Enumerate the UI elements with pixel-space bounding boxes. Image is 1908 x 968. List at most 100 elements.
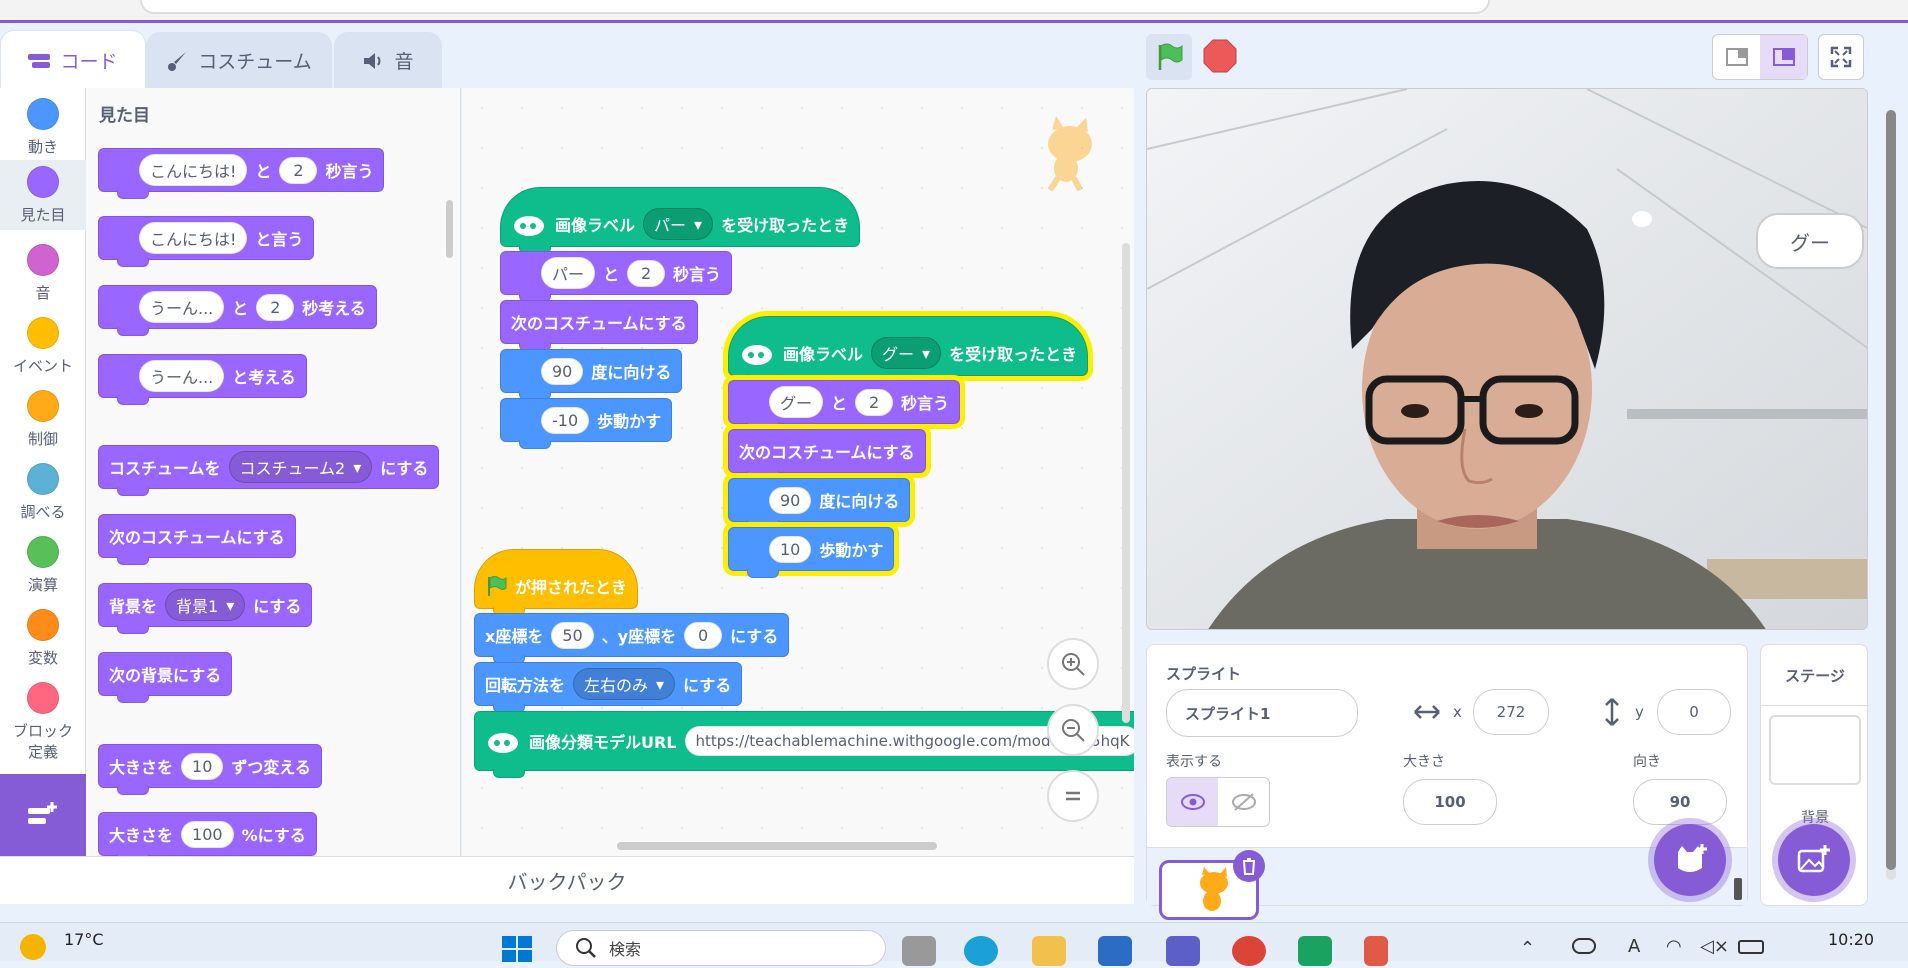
block-say-for-secs[interactable]: こんにちは! と 2 秒言う [98,148,385,199]
direction-input[interactable]: 90 [541,357,584,385]
size-input[interactable]: 100 [1403,779,1497,825]
category-motion[interactable]: 動き [0,98,86,164]
volume-muted-icon[interactable]: ◁× [1700,936,1729,957]
task-view-icon[interactable] [902,936,936,966]
direction-input[interactable]: 90 [769,486,812,514]
start-button[interactable] [500,934,534,964]
block-think-for-secs[interactable]: うーん... と 2 秒考える [98,285,377,336]
block-set-size[interactable]: 大きさを 100 %にする [98,812,317,856]
say-message-input[interactable]: こんにちは! [139,154,248,186]
stage-canvas[interactable] [1146,88,1868,630]
size-change-input[interactable]: 10 [181,752,224,780]
file-explorer-icon[interactable] [1032,936,1066,966]
script3-goto-xy[interactable]: x座標を 50 、y座標を 0 にする [474,613,790,664]
tab-costume[interactable]: コスチューム [146,32,332,88]
block-switch-costume[interactable]: コスチュームを コスチューム2 ▾ にする [98,445,440,496]
block-next-costume[interactable]: 次のコスチュームにする [98,514,296,565]
font-a-icon[interactable]: A [1628,936,1640,957]
script2-next-costume[interactable]: 次のコスチュームにする [728,429,926,480]
label-dropdown[interactable]: グー ▾ [871,337,942,369]
say-message-input[interactable]: グー [769,386,824,418]
address-bar[interactable] [140,0,1490,14]
category-control[interactable]: 制御 [0,390,86,456]
block-next-backdrop[interactable]: 次の背景にする [98,652,233,703]
script3-hat-flag-clicked[interactable]: が押されたとき [474,549,639,616]
script2-move-steps[interactable]: 10 歩動かす [728,527,895,578]
category-sensing[interactable]: 調べる [0,463,86,529]
choose-sprite-button[interactable] [1654,824,1726,896]
think-message-input[interactable]: うーん... [139,360,225,392]
backdrop-dropdown[interactable]: 背景1 ▾ [165,589,246,621]
size-set-input[interactable]: 100 [181,820,234,848]
script-workspace[interactable]: 画像ラベル パー ▾ を受け取ったとき パーと 2 秒言う 次のコスチュームにする 90 度… [462,88,1134,856]
y-position-input[interactable]: 0 [1657,689,1731,735]
add-extension-button[interactable] [0,774,86,856]
tab-sound[interactable]: 音 [334,32,442,88]
script1-point-direction[interactable]: 90 度に向ける [500,349,683,400]
backpack-header[interactable]: バックパック [0,856,1134,904]
block-say[interactable]: こんにちは! と言う [98,216,315,267]
chrome-browser-icon[interactable] [1232,936,1266,966]
category-events[interactable]: イベント [0,317,86,383]
script1-hat-image-label[interactable]: 画像ラベル パー ▾ を受け取ったとき [500,187,861,254]
small-stage-button[interactable] [1713,35,1760,79]
steps-input[interactable]: -10 [541,406,590,434]
choose-backdrop-button[interactable] [1778,824,1850,896]
costume-dropdown[interactable]: コスチューム2 ▾ [228,451,373,483]
green-flag-button[interactable] [1146,34,1192,80]
say-secs-input[interactable]: 2 [279,156,318,184]
script1-say-for-secs[interactable]: パーと 2 秒言う [500,251,733,302]
direction-input[interactable]: 90 [1633,779,1727,825]
zoom-in-button[interactable] [1047,638,1099,690]
workspace-vertical-scrollbar[interactable] [1122,243,1130,723]
category-my-blocks[interactable]: ブロック定義 [0,682,86,772]
large-stage-button[interactable] [1760,35,1807,79]
edge-browser-icon[interactable] [964,936,998,966]
y-input[interactable]: 0 [684,621,723,649]
hide-sprite-button[interactable] [1218,778,1269,826]
wifi-icon[interactable]: ◠ [1666,936,1682,957]
clock-time[interactable]: 10:20 [1828,930,1874,949]
zoom-reset-button[interactable] [1047,770,1099,822]
battery-icon[interactable] [1738,940,1764,954]
rotation-dropdown[interactable]: 左右のみ ▾ [573,668,676,700]
think-message-input[interactable]: うーん... [139,291,225,323]
say-secs-input[interactable]: 2 [627,259,666,287]
script1-next-costume[interactable]: 次のコスチュームにする [500,300,698,351]
script2-point-direction[interactable]: 90 度に向ける [728,478,911,529]
palette-scrollbar[interactable] [446,200,453,258]
block-change-size[interactable]: 大きさを 10 ずつ変える [98,744,322,795]
say-message-input[interactable]: パー [541,257,596,289]
teams-icon[interactable] [1166,936,1200,966]
onedrive-icon[interactable] [1572,938,1596,954]
steps-input[interactable]: 10 [769,535,812,563]
app-icon[interactable] [1298,936,1332,966]
show-sprite-button[interactable] [1167,778,1218,826]
tab-code[interactable]: コード [0,30,146,90]
page-scrollbar[interactable] [1886,110,1896,880]
zoom-out-button[interactable] [1047,704,1099,756]
stop-button[interactable] [1202,38,1238,74]
tray-chevron-icon[interactable]: ⌃ [1520,938,1535,959]
fullscreen-button[interactable] [1818,34,1864,80]
category-looks[interactable]: 見た目 [0,160,86,230]
app-icon-2[interactable] [1364,936,1388,966]
label-dropdown[interactable]: パー ▾ [643,208,714,240]
script2-say-for-secs[interactable]: グーと 2 秒言う [728,380,961,431]
x-position-input[interactable]: 272 [1473,689,1549,735]
weather-temperature[interactable]: 17°C [64,930,104,949]
script3-set-rotation-style[interactable]: 回転方法を 左右のみ ▾ にする [474,662,743,713]
think-secs-input[interactable]: 2 [256,293,295,321]
sprite-name-input[interactable]: スプライト1 [1166,689,1358,737]
say-message-input[interactable]: こんにちは! [139,222,248,254]
store-icon[interactable] [1098,936,1132,966]
category-variables[interactable]: 変数 [0,609,86,675]
delete-sprite-button[interactable] [1233,850,1265,882]
script2-hat-image-label[interactable]: 画像ラベル グー ▾ を受け取ったとき [728,316,1089,383]
workspace-horizontal-scrollbar[interactable] [617,842,937,850]
script3-model-url[interactable]: 画像分類モデルURL https://teachablemachine.withg… [474,711,1134,778]
stage-thumbnail[interactable] [1769,715,1861,785]
sprite-list-scrollbar[interactable] [1734,856,1744,912]
category-operators[interactable]: 演算 [0,536,86,602]
x-input[interactable]: 50 [551,621,594,649]
